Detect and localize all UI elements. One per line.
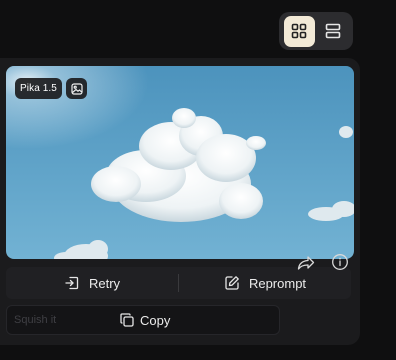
rows-icon [325, 23, 341, 39]
grid-icon [291, 23, 307, 39]
reprompt-label: Reprompt [248, 275, 307, 291]
copy-label: Copy [140, 312, 171, 328]
retry-button[interactable]: Retry [6, 267, 178, 299]
info-icon [332, 254, 348, 270]
info-button[interactable] [330, 252, 350, 272]
list-view-button[interactable] [318, 16, 349, 47]
share-icon [297, 256, 315, 270]
grid-view-button[interactable] [283, 15, 315, 47]
share-button[interactable] [296, 253, 316, 273]
model-badge: Pika 1.5 [15, 78, 62, 99]
video-preview[interactable]: Pika 1.5 [6, 66, 354, 259]
copy-icon [120, 313, 134, 327]
view-toggle [279, 12, 353, 50]
image-source-button[interactable] [66, 78, 87, 99]
edit-icon [225, 276, 239, 290]
generation-card: Pika 1.5 Retry Reprompt Squish it Copy [0, 58, 360, 345]
image-icon [70, 82, 83, 95]
copy-button[interactable]: Copy [119, 306, 170, 334]
squish-bar[interactable]: Squish it Copy [6, 305, 280, 335]
retry-icon [65, 276, 79, 290]
squish-label: Squish it [14, 314, 57, 326]
retry-label: Retry [88, 275, 121, 291]
reprompt-button[interactable]: Reprompt [179, 267, 351, 299]
